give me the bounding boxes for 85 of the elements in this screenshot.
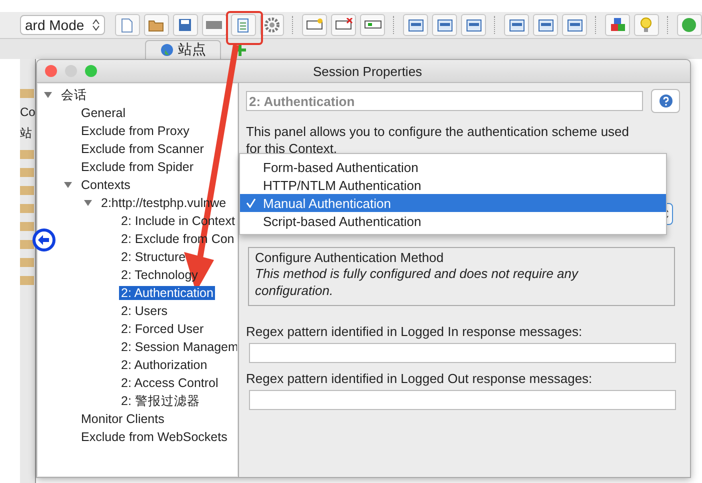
- input-field[interactable]: [249, 343, 676, 363]
- menu-item[interactable]: Form-based Authentication: [240, 158, 666, 176]
- close-button[interactable]: [45, 65, 57, 77]
- tree-item[interactable]: 2: Access Control: [119, 376, 220, 390]
- layout-icon: [566, 18, 583, 32]
- menu-item[interactable]: Script-based Authentication: [240, 212, 666, 230]
- menu-item[interactable]: HTTP/NTLM Authentication: [240, 176, 666, 194]
- folder-icon: [148, 18, 164, 32]
- folder-icon: [20, 166, 34, 178]
- toolbar-button[interactable]: [461, 14, 486, 36]
- toolbar-button[interactable]: [504, 14, 530, 36]
- expand-toggle-icon[interactable]: [43, 90, 53, 100]
- expand-toggle-icon[interactable]: [63, 180, 73, 190]
- toolbar-button[interactable]: [172, 14, 198, 36]
- menu-item[interactable]: Manual Authentication: [240, 194, 666, 212]
- side-label: Co: [20, 105, 35, 119]
- layout-icon: [466, 18, 482, 32]
- toolbar-button[interactable]: [331, 14, 356, 36]
- folder-icon: [20, 274, 34, 286]
- tree-item[interactable]: 2: Users: [119, 304, 170, 318]
- help-icon: [658, 94, 672, 108]
- toolbar-button[interactable]: [533, 14, 558, 36]
- tree-item[interactable]: Exclude from Scanner: [79, 142, 206, 156]
- settings-icon: [264, 17, 280, 33]
- highlight-box: [226, 11, 263, 45]
- tree-item[interactable]: Exclude from WebSockets: [79, 430, 230, 444]
- field-label: Regex pattern identified in Logged In response messages:: [246, 324, 584, 339]
- group-title: Configure Authentication Method: [255, 250, 444, 265]
- tree-item[interactable]: 2: Authorization: [119, 358, 210, 372]
- toolbar-button[interactable]: [432, 14, 458, 36]
- side-label: 站: [20, 125, 32, 142]
- expand-toggle-icon[interactable]: [83, 198, 93, 208]
- layout-icon: [538, 18, 554, 32]
- stepper-icon: [92, 19, 100, 31]
- toolbar-button[interactable]: [114, 14, 140, 36]
- save-icon: [178, 18, 192, 32]
- cubes-icon: [610, 17, 626, 33]
- tree-item[interactable]: Monitor Clients: [79, 412, 166, 426]
- panel-heading: 2: Authentication: [246, 91, 643, 111]
- input-field[interactable]: [249, 390, 676, 410]
- layout-icon: [508, 18, 525, 32]
- toolbar-button[interactable]: [302, 14, 328, 36]
- bulb-icon: [640, 17, 652, 33]
- window-title: Session Properties: [312, 64, 424, 78]
- toolbar-button[interactable]: [605, 14, 630, 36]
- toolbar-button[interactable]: [403, 14, 428, 36]
- tree-item[interactable]: 2: Structure: [119, 250, 188, 264]
- monitor-icon: [306, 18, 324, 32]
- tree-item[interactable]: General: [79, 106, 128, 120]
- folder-icon: [20, 87, 34, 99]
- toolbar-button[interactable]: [562, 14, 588, 36]
- folder-icon: [20, 256, 34, 268]
- layout-icon: [408, 18, 424, 32]
- folder-icon: [20, 202, 34, 214]
- sites-tab[interactable]: 站点: [145, 40, 221, 59]
- status-icon: [681, 17, 698, 33]
- tree-item[interactable]: 2: Authentication: [119, 286, 216, 300]
- help-button[interactable]: [651, 89, 680, 113]
- folder-icon: [20, 148, 34, 160]
- tree-item[interactable]: 2: 警报过滤器: [119, 392, 202, 410]
- device-icon: [364, 20, 382, 30]
- film-icon: [206, 20, 222, 30]
- folder-icon: [20, 220, 34, 232]
- panel-description: This panel allows you to configure the authentication scheme used for this Context.: [246, 123, 630, 157]
- tree-item[interactable]: 2: Forced User: [119, 322, 206, 336]
- tree-item[interactable]: Exclude from Proxy: [79, 124, 192, 138]
- toolbar-button[interactable]: [360, 14, 386, 36]
- monitor-remove-icon: [334, 18, 353, 32]
- tree-item[interactable]: 会话: [59, 86, 89, 104]
- check-icon: [246, 198, 256, 208]
- new-file-icon: [121, 18, 134, 32]
- toolbar-button[interactable]: [202, 14, 227, 36]
- mode-dropdown[interactable]: ard Mode: [20, 15, 105, 35]
- toolbar-button[interactable]: [230, 14, 256, 36]
- tree-item[interactable]: Exclude from Spider: [79, 160, 196, 174]
- toolbar-button[interactable]: [144, 14, 169, 36]
- document-icon: [237, 18, 250, 32]
- folder-icon: [20, 184, 34, 196]
- layout-icon: [436, 18, 453, 32]
- field-label: Regex pattern identified in Logged Out response messages:: [246, 371, 594, 386]
- toolbar-button[interactable]: [260, 14, 284, 36]
- config-message: This method is fully configured and does not require any configuration.: [255, 265, 580, 299]
- folder-icon: [20, 238, 34, 250]
- tree-item[interactable]: Contexts: [79, 178, 132, 192]
- globe-icon: [160, 43, 174, 57]
